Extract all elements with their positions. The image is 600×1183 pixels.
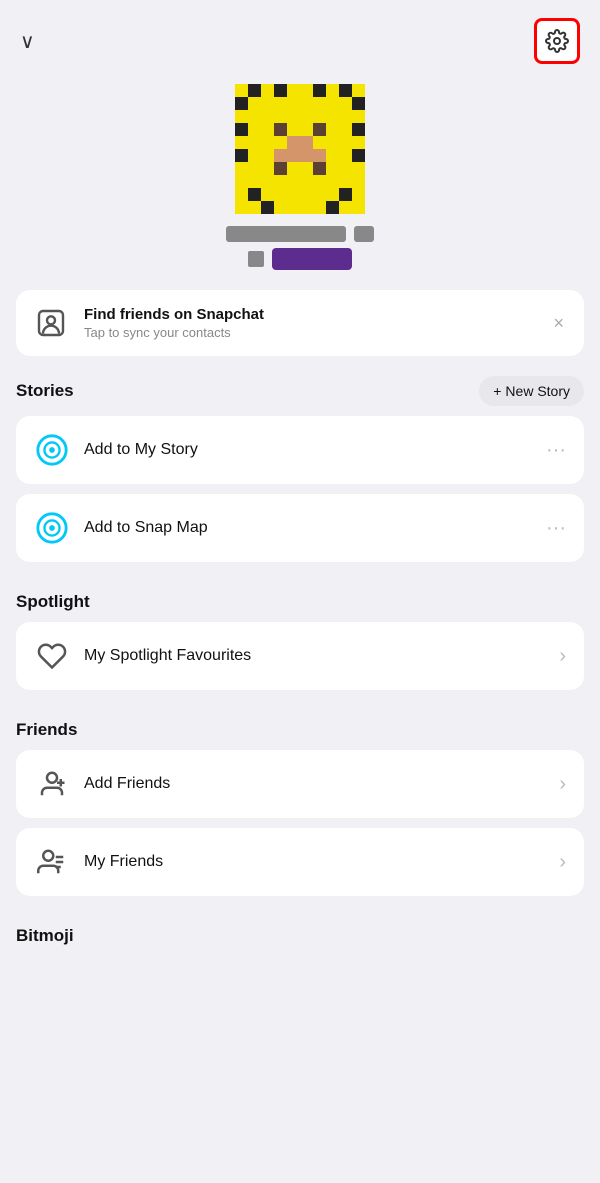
add-friends-chevron[interactable]: › xyxy=(559,773,566,796)
add-to-my-story-card[interactable]: Add to My Story ··· xyxy=(16,416,584,484)
name-bar-redacted-short xyxy=(354,226,374,242)
avatar-section xyxy=(0,74,600,278)
my-friends-card[interactable]: My Friends › xyxy=(16,828,584,896)
snap-map-icon xyxy=(34,510,70,546)
spotlight-chevron[interactable]: › xyxy=(559,645,566,668)
bitmoji-section-header: Bitmoji xyxy=(0,906,600,952)
name-bar-redacted xyxy=(226,226,346,242)
find-friends-close-button[interactable]: × xyxy=(549,309,568,338)
top-bar: ∨ xyxy=(0,0,600,74)
my-story-icon xyxy=(34,432,70,468)
find-friends-subtitle: Tap to sync your contacts xyxy=(84,325,535,340)
name-bar-sq xyxy=(248,251,264,267)
avatar[interactable] xyxy=(235,84,365,214)
my-story-more[interactable]: ··· xyxy=(546,439,566,462)
add-to-snap-map-card[interactable]: Add to Snap Map ··· xyxy=(16,494,584,562)
add-friends-label: Add Friends xyxy=(84,775,545,793)
add-friends-icon xyxy=(34,766,70,802)
spotlight-heart-icon xyxy=(34,638,70,674)
spotlight-favourites-card[interactable]: My Spotlight Favourites › xyxy=(16,622,584,690)
snap-map-more[interactable]: ··· xyxy=(546,517,566,540)
subscription-badge xyxy=(272,248,352,270)
spotlight-title: Spotlight xyxy=(16,592,90,611)
snap-map-label: Add to Snap Map xyxy=(84,519,532,537)
my-story-label: Add to My Story xyxy=(84,441,532,459)
add-friends-card[interactable]: Add Friends › xyxy=(16,750,584,818)
my-friends-chevron[interactable]: › xyxy=(559,851,566,874)
new-story-label: New Story xyxy=(505,383,570,399)
spotlight-section-header: Spotlight xyxy=(0,572,600,622)
chevron-down-icon[interactable]: ∨ xyxy=(20,29,35,54)
spotlight-label: My Spotlight Favourites xyxy=(84,647,545,665)
stories-title: Stories xyxy=(16,381,74,401)
bitmoji-title: Bitmoji xyxy=(16,926,74,945)
find-friends-text: Find friends on Snapchat Tap to sync you… xyxy=(84,306,535,340)
find-friends-icon xyxy=(32,304,70,342)
settings-button[interactable] xyxy=(534,18,580,64)
gear-icon xyxy=(545,29,569,53)
new-story-button[interactable]: + New Story xyxy=(479,376,584,406)
find-friends-title: Find friends on Snapchat xyxy=(84,306,535,323)
profile-name-area xyxy=(226,226,374,270)
friends-section-header: Friends xyxy=(0,700,600,750)
my-friends-icon xyxy=(34,844,70,880)
my-friends-label: My Friends xyxy=(84,853,545,871)
friends-title: Friends xyxy=(16,720,77,739)
find-friends-banner[interactable]: Find friends on Snapchat Tap to sync you… xyxy=(16,290,584,356)
stories-section-header: Stories + New Story xyxy=(0,356,600,416)
new-story-plus: + xyxy=(493,383,501,399)
